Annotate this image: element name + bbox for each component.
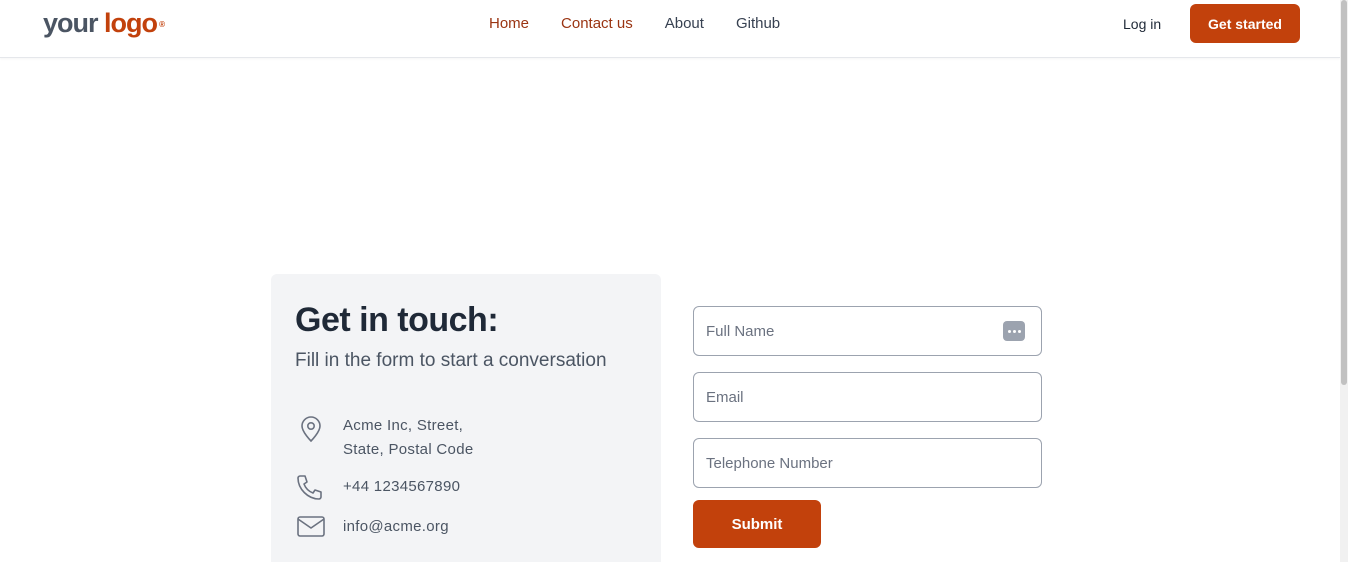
address-line-2: State, Postal Code — [343, 441, 474, 458]
address-text: Acme Inc, Street, State, Postal Code — [343, 414, 473, 462]
logo-word-logo: logo — [104, 8, 158, 38]
address-line-1: Acme Inc, Street, — [343, 417, 464, 434]
phone-number: +44 1234567890 — [343, 478, 461, 495]
contact-title: Get in touch: — [295, 301, 499, 339]
telephone-input[interactable] — [693, 438, 1042, 488]
registered-mark: ® — [159, 20, 166, 29]
phone-item: +44 1234567890 — [295, 472, 460, 502]
address-item: Acme Inc, Street, State, Postal Code — [295, 414, 473, 462]
password-manager-icon[interactable] — [1003, 321, 1025, 341]
phone-icon — [297, 475, 322, 500]
login-link[interactable]: Log in — [1123, 14, 1161, 34]
nav-link-contact[interactable]: Contact us — [561, 14, 633, 34]
scrollbar-thumb[interactable] — [1341, 0, 1347, 385]
email-address: info@acme.org — [343, 518, 449, 535]
main-nav: Home Contact us About Github — [489, 14, 780, 34]
contact-info-card: Get in touch: Fill in the form to start … — [271, 274, 661, 562]
nav-link-about[interactable]: About — [665, 14, 704, 34]
email-input[interactable] — [693, 372, 1042, 422]
mail-icon — [297, 516, 325, 537]
top-navbar: your logo ® Home Contact us About Github… — [0, 0, 1340, 58]
contact-subtitle: Fill in the form to start a conversation — [295, 350, 607, 371]
map-pin-icon — [301, 416, 321, 443]
page: your logo ® Home Contact us About Github… — [0, 0, 1348, 562]
email-item: info@acme.org — [295, 512, 449, 542]
submit-button[interactable]: Submit — [693, 500, 821, 548]
nav-link-home[interactable]: Home — [489, 14, 529, 34]
nav-link-github[interactable]: Github — [736, 14, 780, 34]
logo[interactable]: your logo ® — [43, 8, 165, 38]
get-started-button[interactable]: Get started — [1190, 4, 1300, 43]
logo-word-your: your — [43, 8, 99, 38]
full-name-input[interactable] — [693, 306, 1042, 356]
